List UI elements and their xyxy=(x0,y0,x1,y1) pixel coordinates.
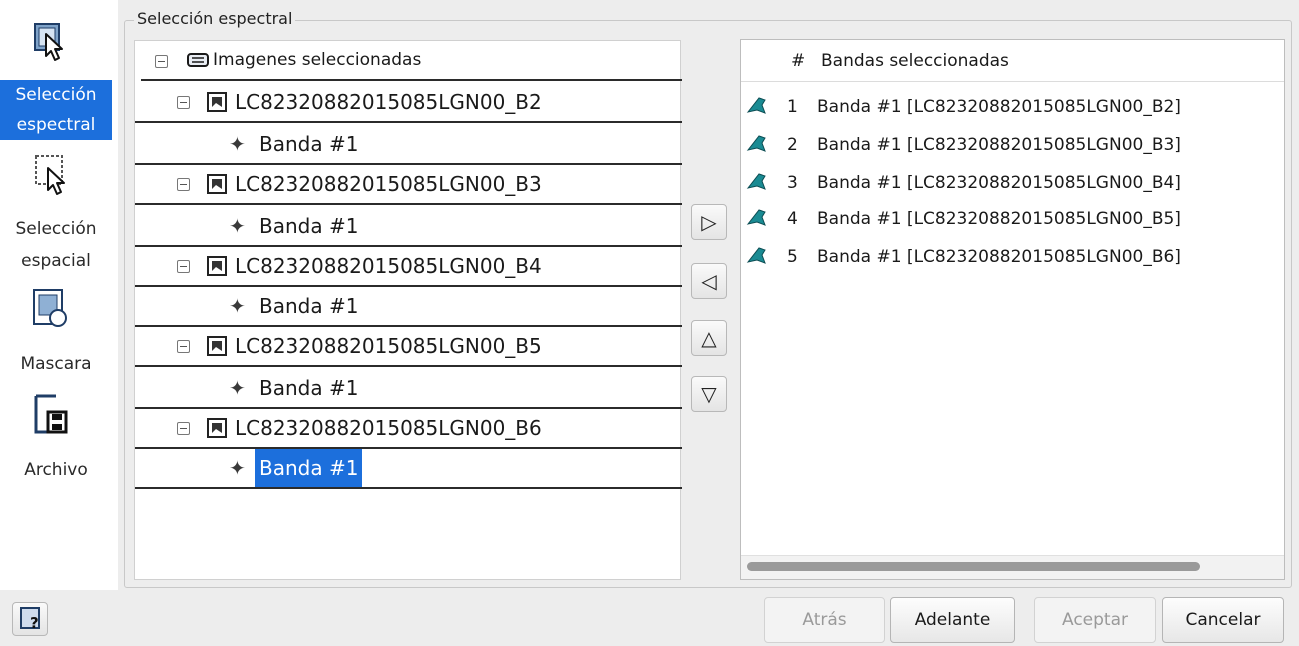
tree-band-row-selected[interactable]: ✦ Banda #1 xyxy=(135,449,682,489)
tree-root-label: Imagenes seleccionadas xyxy=(213,50,422,70)
row-number: 1 xyxy=(787,97,798,117)
move-down-button[interactable]: ▽ xyxy=(691,376,727,412)
band-icon: ✦ xyxy=(229,294,246,318)
row-number: 2 xyxy=(787,135,798,155)
band-icon xyxy=(746,173,766,190)
move-down-icon: ▽ xyxy=(701,382,717,406)
raster-image-icon xyxy=(207,174,227,194)
horizontal-scrollbar-thumb[interactable] xyxy=(747,562,1200,571)
raster-image-icon xyxy=(207,336,227,356)
tree-image-label: LC82320882015085LGN00_B2 xyxy=(235,90,542,114)
area-select-icon xyxy=(35,155,65,195)
band-icon: ✦ xyxy=(229,456,246,480)
row-number: 3 xyxy=(787,173,798,193)
list-item[interactable]: 2 Banda #1 [LC82320882015085LGN00_B3] xyxy=(741,126,1284,164)
band-icon xyxy=(746,97,766,114)
tree-image-label: LC82320882015085LGN00_B4 xyxy=(235,254,542,278)
nav-label-mascara: Mascara xyxy=(20,354,92,374)
row-number: 4 xyxy=(787,209,798,229)
header-number-column[interactable]: # xyxy=(791,40,805,82)
navigation-panel: Selección espectral Selección espacial M… xyxy=(0,0,118,590)
band-icon xyxy=(746,135,766,152)
horizontal-scrollbar-track[interactable] xyxy=(741,555,1284,579)
svg-text:?: ? xyxy=(30,614,39,632)
help-button[interactable]: ? xyxy=(12,602,48,636)
tree-image-row[interactable]: LC82320882015085LGN00_B6 xyxy=(135,409,682,449)
nav-label-archivo: Archivo xyxy=(24,460,88,480)
row-number: 5 xyxy=(787,247,798,267)
move-up-icon: △ xyxy=(701,326,717,350)
collapse-icon[interactable] xyxy=(155,55,168,68)
tree-root-row[interactable]: Imagenes seleccionadas xyxy=(141,41,682,81)
mask-icon xyxy=(33,289,67,327)
nav-label-seleccion-espacial: Selección espacial xyxy=(15,219,97,271)
row-label: Banda #1 [LC82320882015085LGN00_B6] xyxy=(817,247,1181,267)
tree-image-label: LC82320882015085LGN00_B5 xyxy=(235,334,542,358)
tree-band-label: Banda #1 xyxy=(259,132,359,156)
band-icon: ✦ xyxy=(229,132,246,156)
list-header: # Bandas seleccionadas xyxy=(741,40,1284,82)
band-icon: ✦ xyxy=(229,376,246,400)
tree-image-label: LC82320882015085LGN00_B6 xyxy=(235,416,542,440)
next-button[interactable]: Adelante xyxy=(890,597,1015,643)
remove-left-icon: ◁ xyxy=(701,269,717,293)
band-icon: ✦ xyxy=(229,214,246,238)
add-right-icon: ▷ xyxy=(701,210,717,234)
collapse-icon[interactable] xyxy=(177,422,190,435)
accept-button[interactable]: Aceptar xyxy=(1034,597,1156,643)
tree-image-row[interactable]: LC82320882015085LGN00_B5 xyxy=(135,327,682,367)
collapse-icon[interactable] xyxy=(177,340,190,353)
tree-band-label: Banda #1 xyxy=(259,294,359,318)
tree-band-row[interactable]: ✦ Banda #1 xyxy=(135,287,682,327)
row-label: Banda #1 [LC82320882015085LGN00_B5] xyxy=(817,209,1181,229)
list-item[interactable]: 3 Banda #1 [LC82320882015085LGN00_B4] xyxy=(741,164,1284,202)
tree-image-row[interactable]: LC82320882015085LGN00_B2 xyxy=(135,83,682,123)
tree-band-label: Banda #1 xyxy=(259,214,359,238)
raster-image-icon xyxy=(207,92,227,112)
tree-image-row[interactable]: LC82320882015085LGN00_B4 xyxy=(135,247,682,287)
list-item[interactable]: 5 Banda #1 [LC82320882015085LGN00_B6] xyxy=(741,238,1284,276)
tree-band-row[interactable]: ✦ Banda #1 xyxy=(135,207,682,247)
row-label: Banda #1 [LC82320882015085LGN00_B3] xyxy=(817,135,1181,155)
collapse-icon[interactable] xyxy=(177,96,190,109)
tree-image-label: LC82320882015085LGN00_B3 xyxy=(235,172,542,196)
raster-image-icon xyxy=(207,418,227,438)
image-tree[interactable]: Imagenes seleccionadas LC82320882015085L… xyxy=(134,40,682,580)
selected-bands-list[interactable]: # Bandas seleccionadas 1 Banda #1 [LC823… xyxy=(740,39,1285,580)
tree-band-label-selected: Banda #1 xyxy=(255,449,363,487)
remove-band-button[interactable]: ◁ xyxy=(691,263,727,299)
group-title: Selección espectral xyxy=(134,8,296,30)
save-file-icon xyxy=(34,394,68,434)
cancel-button[interactable]: Cancelar xyxy=(1162,597,1284,643)
row-label: Banda #1 [LC82320882015085LGN00_B2] xyxy=(817,97,1181,117)
tree-band-row[interactable]: ✦ Banda #1 xyxy=(135,369,682,409)
help-icon: ? xyxy=(20,607,40,632)
header-bands-column[interactable]: Bandas seleccionadas xyxy=(821,40,1009,82)
list-item[interactable]: 1 Banda #1 [LC82320882015085LGN00_B2] xyxy=(741,88,1284,126)
band-icon xyxy=(746,247,766,264)
raster-image-icon xyxy=(207,256,227,276)
collapse-icon[interactable] xyxy=(177,178,190,191)
collapse-icon[interactable] xyxy=(177,260,190,273)
back-button[interactable]: Atrás xyxy=(764,597,885,643)
tree-image-row[interactable]: LC82320882015085LGN00_B3 xyxy=(135,165,682,205)
nav-label-seleccion-espectral: Selección espectral xyxy=(0,80,112,140)
select-cursor-icon xyxy=(34,23,63,61)
list-item[interactable]: 4 Banda #1 [LC82320882015085LGN00_B5] xyxy=(741,200,1284,238)
move-up-button[interactable]: △ xyxy=(691,320,727,356)
row-label: Banda #1 [LC82320882015085LGN00_B4] xyxy=(817,173,1181,193)
tree-band-row[interactable]: ✦ Banda #1 xyxy=(135,125,682,165)
band-icon xyxy=(746,209,766,226)
images-group-icon xyxy=(187,53,209,67)
add-band-button[interactable]: ▷ xyxy=(691,204,727,240)
tree-band-label: Banda #1 xyxy=(259,376,359,400)
